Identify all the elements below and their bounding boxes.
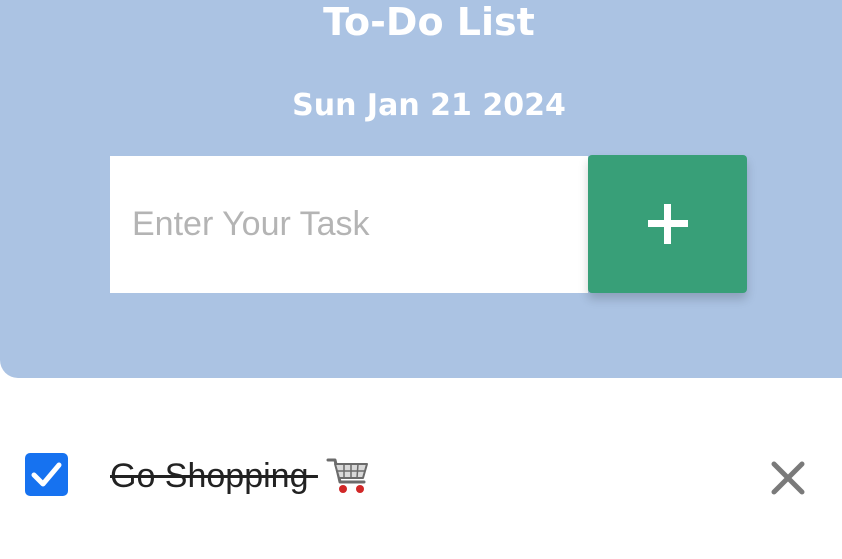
task-item: Go Shopping xyxy=(0,430,842,522)
header-panel: To-Do List Sun Jan 21 2024 xyxy=(0,0,842,378)
task-text-wrapper: Go Shopping xyxy=(110,452,370,500)
delete-task-button[interactable] xyxy=(768,458,808,498)
task-text: Go Shopping xyxy=(110,457,309,495)
task-input[interactable] xyxy=(110,156,588,293)
page-title: To-Do List xyxy=(323,0,535,44)
current-date: Sun Jan 21 2024 xyxy=(292,88,566,123)
task-complete-checkbox[interactable] xyxy=(25,453,68,496)
checkmark-icon xyxy=(31,462,62,487)
shopping-cart-icon xyxy=(326,458,368,494)
add-task-button[interactable] xyxy=(588,155,747,293)
close-icon xyxy=(771,461,805,495)
